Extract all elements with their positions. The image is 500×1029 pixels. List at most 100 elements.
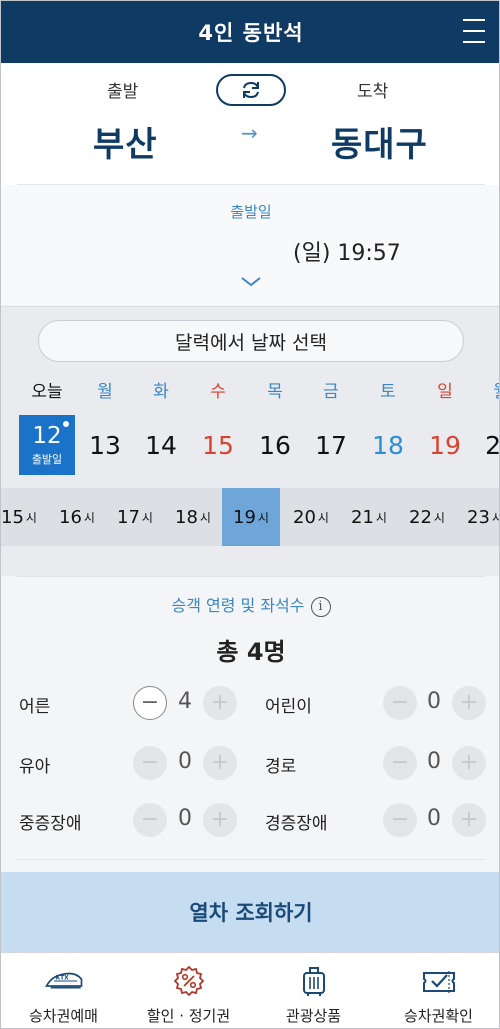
hour-suffix: 시 — [375, 510, 387, 525]
increase-button[interactable]: + — [203, 686, 237, 720]
passenger-type-label: 중증장애 — [19, 814, 82, 834]
arrival-station[interactable]: 동대구 — [331, 117, 428, 166]
nav-item-tour-products[interactable]: 관광상품 — [251, 953, 376, 1028]
hour-value: 21 — [351, 506, 374, 528]
hour-cell[interactable]: 15 시 — [1, 488, 47, 546]
divider — [17, 859, 485, 860]
passenger-total: 총 4명 — [216, 638, 286, 666]
increase-button[interactable]: + — [452, 803, 486, 837]
weekday-label: 목 — [267, 382, 283, 402]
hour-cell[interactable]: 17 시 — [107, 488, 163, 546]
weekday-label: 월 — [473, 377, 499, 402]
weekday-label: 화 — [153, 382, 169, 402]
hour-cell-selected[interactable]: 19 시 — [222, 488, 280, 546]
menu-icon[interactable] — [463, 19, 485, 43]
search-trains-button[interactable]: 열차 조회하기 — [1, 872, 499, 952]
selected-day-label: 출발일 — [31, 453, 63, 466]
nav-item-ticket-booking[interactable]: KTX 승차권예매 — [1, 953, 126, 1028]
calendar-select-button[interactable]: 달력에서 날짜 선택 — [38, 320, 464, 362]
decrease-button[interactable]: − — [133, 803, 167, 837]
weekday-label: 토 — [380, 382, 396, 402]
passenger-count: 0 — [178, 806, 192, 831]
luggage-icon — [302, 967, 325, 996]
day-cell[interactable]: 16 — [247, 415, 303, 475]
increase-button[interactable]: + — [203, 803, 237, 837]
hour-suffix: 시 — [83, 510, 95, 525]
passenger-row: 어른 − 4 + 어린이 − 0 + — [1, 686, 499, 722]
day-cell[interactable]: 15 — [190, 415, 246, 475]
route-arrow-icon: → — [241, 121, 258, 145]
increase-button[interactable]: + — [452, 686, 486, 720]
passenger-type-label: 유아 — [19, 757, 51, 777]
day-cell[interactable]: 18 — [360, 415, 416, 475]
decrease-button[interactable]: − — [133, 746, 167, 780]
passenger-title-text: 승객 연령 및 좌석수 — [171, 596, 305, 615]
decrease-button[interactable]: − — [383, 686, 417, 720]
hour-value: 16 — [59, 506, 82, 528]
weekday-label: 일 — [437, 382, 453, 402]
hour-cell[interactable]: 22 시 — [399, 488, 455, 546]
weekday-label: 금 — [323, 382, 339, 402]
bottom-nav: KTX 승차권예매 할인 · 정기권 관광상품 승차권확인 — [1, 952, 499, 1028]
increase-button[interactable]: + — [203, 746, 237, 780]
discount-icon — [173, 965, 204, 997]
nav-item-ticket-check[interactable]: 승차권확인 — [376, 953, 499, 1028]
hour-value: 20 — [293, 506, 316, 528]
hour-suffix: 시 — [433, 510, 445, 525]
passenger-type-label: 경증장애 — [265, 814, 328, 834]
nav-label: 승차권확인 — [403, 1007, 473, 1025]
passenger-count: 0 — [427, 806, 441, 831]
passenger-count: 0 — [427, 749, 441, 774]
passenger-row: 중증장애 − 0 + 경증장애 − 0 + — [1, 803, 499, 839]
passenger-type-label: 경로 — [265, 757, 297, 777]
day-cell[interactable]: 14 — [133, 415, 189, 475]
hour-value: 22 — [409, 506, 432, 528]
hour-suffix: 시 — [141, 510, 153, 525]
hour-value: 17 — [117, 506, 140, 528]
hour-value: 15 — [1, 506, 24, 528]
passenger-count: 4 — [178, 689, 192, 714]
divider — [17, 576, 485, 577]
hour-suffix: 시 — [199, 510, 211, 525]
decrease-button[interactable]: − — [383, 746, 417, 780]
nav-item-discount[interactable]: 할인 · 정기권 — [126, 953, 251, 1028]
hour-cell[interactable]: 23시 — [457, 488, 499, 546]
weekday-row: 오늘 월 화 수 목 금 토 일 월 — [1, 377, 499, 403]
weekday-label: 오늘 — [31, 382, 63, 402]
nav-label: 승차권예매 — [28, 1007, 98, 1025]
hour-suffix: 시 — [492, 509, 499, 526]
decrease-button[interactable]: − — [383, 803, 417, 837]
passenger-row: 유아 − 0 + 경로 − 0 + — [1, 746, 499, 782]
departure-date-label: 출발일 — [230, 203, 272, 221]
calendar-section: 달력에서 날짜 선택 오늘 월 화 수 목 금 토 일 월 12 출발일 13 … — [1, 306, 499, 576]
app-frame: 4인 동반석 출발 도착 부산 → 동대구 출발일 (일) 19:57 달력에서… — [0, 0, 500, 1029]
day-cell-selected[interactable]: 12 출발일 — [19, 415, 75, 475]
day-cell[interactable]: 17 — [303, 415, 359, 475]
nav-label: 관광상품 — [285, 1007, 342, 1025]
day-number: 12 — [32, 423, 62, 449]
page-title: 4인 동반석 — [198, 21, 304, 45]
hour-row: 15시 16시 17시 18시 19시 20시 21시 22시 23시 — [1, 488, 499, 546]
hour-cell[interactable]: 18 시 — [165, 488, 221, 546]
day-cell[interactable]: 19 — [417, 415, 473, 475]
swap-stations-button[interactable] — [216, 74, 286, 106]
hour-value: 23 — [467, 506, 490, 528]
decrease-button[interactable]: − — [133, 686, 167, 720]
hour-value: 19 — [233, 506, 256, 528]
hour-cell[interactable]: 20 시 — [283, 488, 339, 546]
passenger-type-label: 어른 — [19, 697, 51, 717]
day-cell[interactable]: 13 — [77, 415, 133, 475]
info-icon[interactable]: i — [310, 596, 331, 617]
hour-cell[interactable]: 21 시 — [341, 488, 397, 546]
increase-button[interactable]: + — [452, 746, 486, 780]
departure-label: 출발 — [107, 82, 139, 102]
departure-station[interactable]: 부산 — [93, 117, 158, 166]
chevron-down-icon[interactable] — [239, 275, 263, 289]
day-cell[interactable]: 20 — [473, 415, 499, 475]
passenger-section-title: 승객 연령 및 좌석수 i — [1, 592, 499, 617]
swap-icon — [243, 81, 259, 99]
hour-cell[interactable]: 16 시 — [49, 488, 105, 546]
passenger-section: 승객 연령 및 좌석수 i 총 4명 어른 − 4 + 어린이 − 0 + 유아 … — [1, 576, 499, 872]
departure-date-value: (일) 19:57 — [293, 241, 401, 266]
day-row: 12 출발일 13 14 15 16 17 18 19 20 — [1, 415, 499, 475]
